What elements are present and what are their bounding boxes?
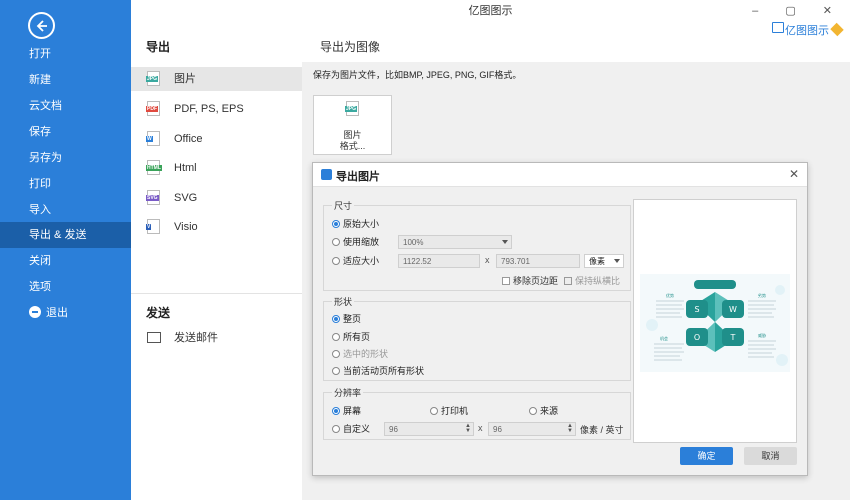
swot-corner-label: 优势 xyxy=(666,292,674,298)
dialog-title: 导出图片 xyxy=(336,171,380,183)
radio-fit-size[interactable]: 适应大小 xyxy=(332,255,379,267)
swot-letter: S xyxy=(694,305,699,314)
ok-button[interactable]: 确定 xyxy=(680,447,733,465)
export-item-office[interactable]: W Office xyxy=(131,127,302,151)
app-logo-icon xyxy=(321,169,332,180)
brand-label: 亿图图示 xyxy=(785,25,829,37)
sidebar-item-open[interactable]: 打开 xyxy=(0,41,131,67)
jpg-file-icon: JPG xyxy=(345,101,359,116)
dpi-x-input[interactable]: 96 ▲ ▼ xyxy=(384,422,474,436)
brand-link[interactable]: 亿图图示 xyxy=(785,22,844,38)
sidebar-item-new[interactable]: 新建 xyxy=(0,67,131,93)
swot-corner-label: 机会 xyxy=(660,335,668,341)
send-mail-label: 发送邮件 xyxy=(174,332,218,344)
swot-corner-label: 威胁 xyxy=(758,332,766,338)
visio-file-icon: V xyxy=(146,219,160,234)
content-description: 保存为图片文件，比如BMP, JPEG, PNG, GIF格式。 xyxy=(313,70,522,80)
radio-use-zoom[interactable]: 使用缩放 xyxy=(332,236,379,248)
pdf-file-icon: PDF xyxy=(146,101,160,116)
size-group-label: 尺寸 xyxy=(332,199,355,212)
size-group: 尺寸 原始大小 使用缩放 100% 适应大小 1122.52 x 793.701… xyxy=(323,199,631,291)
send-panel-title: 发送 xyxy=(146,306,171,320)
shape-group: 形状 整页 所有页 选中的形状 当前活动页所有形状 xyxy=(323,295,631,381)
swot-diagram-preview: S W O T 优势 劣势 机会 威胁 xyxy=(640,274,790,372)
remove-margin-checkbox[interactable]: 移除页边距 xyxy=(502,274,558,287)
export-item-image[interactable]: JPG 图片 xyxy=(131,67,302,91)
sidebar-item-options[interactable]: 选项 xyxy=(0,274,131,300)
zoom-select[interactable]: 100% xyxy=(398,235,512,249)
back-arrow-icon[interactable] xyxy=(28,12,55,39)
sidebar-item-exit[interactable]: 退出 xyxy=(0,300,131,326)
export-item-visio[interactable]: V Visio xyxy=(131,215,302,239)
sidebar-item-export-send[interactable]: 导出 & 发送 xyxy=(0,222,131,248)
window-controls[interactable]: – ▢ ✕ xyxy=(752,4,844,17)
export-image-dialog: 导出图片 ✕ 尺寸 原始大小 使用缩放 100% 适应大小 1122.52 x … xyxy=(312,162,808,476)
shape-group-label: 形状 xyxy=(332,295,355,308)
exit-icon xyxy=(29,306,41,318)
html-file-icon: HTML xyxy=(146,160,162,175)
resolution-group: 分辨率 屏幕 打印机 来源 自定义 96 ▲ ▼ x 96 ▲ ▼ 像素 / 英寸 xyxy=(323,386,631,440)
image-format-card[interactable]: JPG 图片 格式... xyxy=(313,95,392,155)
sidebar-item-print[interactable]: 打印 xyxy=(0,171,131,197)
radio-whole-page[interactable]: 整页 xyxy=(332,313,361,325)
jpg-file-icon: JPG xyxy=(146,71,160,86)
radio-source[interactable]: 来源 xyxy=(529,405,558,417)
close-icon[interactable]: ✕ xyxy=(789,167,799,181)
help-icon[interactable] xyxy=(772,22,784,33)
sidebar: 打开 新建 云文档 保存 另存为 打印 导入 导出 & 发送 关闭 选项 退出 xyxy=(0,0,131,500)
export-item-label: Visio xyxy=(174,221,198,233)
export-item-label: Office xyxy=(174,133,203,145)
export-item-pdf[interactable]: PDF PDF, PS, EPS xyxy=(131,97,302,121)
radio-original-size[interactable]: 原始大小 xyxy=(332,218,379,230)
export-item-svg[interactable]: SVG SVG xyxy=(131,186,302,210)
word-file-icon: W xyxy=(146,131,160,146)
preview-pane: S W O T 优势 劣势 机会 威胁 xyxy=(633,199,797,443)
dialog-header: 导出图片 ✕ xyxy=(313,163,807,187)
cancel-button[interactable]: 取消 xyxy=(744,447,797,465)
card-line-2: 格式... xyxy=(339,141,366,151)
unit-select[interactable]: 像素 xyxy=(584,254,624,268)
height-input[interactable]: 793.701 xyxy=(496,254,580,268)
dpi-unit-label: 像素 / 英寸 xyxy=(580,425,624,435)
content-title: 导出为图像 xyxy=(320,40,381,54)
keep-ratio-checkbox[interactable]: 保持纵横比 xyxy=(564,274,620,287)
swot-letter: W xyxy=(729,305,737,314)
sidebar-item-save[interactable]: 保存 xyxy=(0,119,131,145)
divider xyxy=(131,293,302,294)
export-item-label: SVG xyxy=(174,192,198,204)
send-mail-item[interactable]: 发送邮件 xyxy=(131,326,302,350)
export-item-label: 图片 xyxy=(174,73,196,85)
width-input[interactable]: 1122.52 xyxy=(398,254,480,268)
sidebar-item-save-as[interactable]: 另存为 xyxy=(0,145,131,171)
sidebar-item-exit-label: 退出 xyxy=(46,307,68,319)
radio-current-page-shapes[interactable]: 当前活动页所有形状 xyxy=(332,365,424,377)
export-item-html[interactable]: HTML Html xyxy=(131,156,302,180)
svg-file-icon: SVG xyxy=(146,190,160,205)
swot-letter: T xyxy=(730,333,736,342)
swot-letter: O xyxy=(694,333,700,342)
radio-custom[interactable]: 自定义 xyxy=(332,423,370,435)
times-sign: x xyxy=(478,423,483,433)
mail-icon xyxy=(147,332,161,343)
times-sign: x xyxy=(485,255,490,265)
sidebar-item-close[interactable]: 关闭 xyxy=(0,248,131,274)
dpi-y-input[interactable]: 96 ▲ ▼ xyxy=(488,422,576,436)
export-panel-title: 导出 xyxy=(146,40,171,54)
radio-screen[interactable]: 屏幕 xyxy=(332,405,361,417)
export-item-label: Html xyxy=(174,162,197,174)
radio-all-pages[interactable]: 所有页 xyxy=(332,331,370,343)
diamond-icon xyxy=(830,22,844,37)
resolution-group-label: 分辨率 xyxy=(332,386,364,399)
app-title: 亿图图示 xyxy=(468,5,513,17)
radio-selected-shapes[interactable]: 选中的形状 xyxy=(332,348,388,360)
swot-corner-label: 劣势 xyxy=(758,292,766,298)
sidebar-item-import[interactable]: 导入 xyxy=(0,197,131,223)
sidebar-item-cloud-docs[interactable]: 云文档 xyxy=(0,93,131,119)
export-item-label: PDF, PS, EPS xyxy=(174,103,244,115)
radio-printer[interactable]: 打印机 xyxy=(430,405,468,417)
